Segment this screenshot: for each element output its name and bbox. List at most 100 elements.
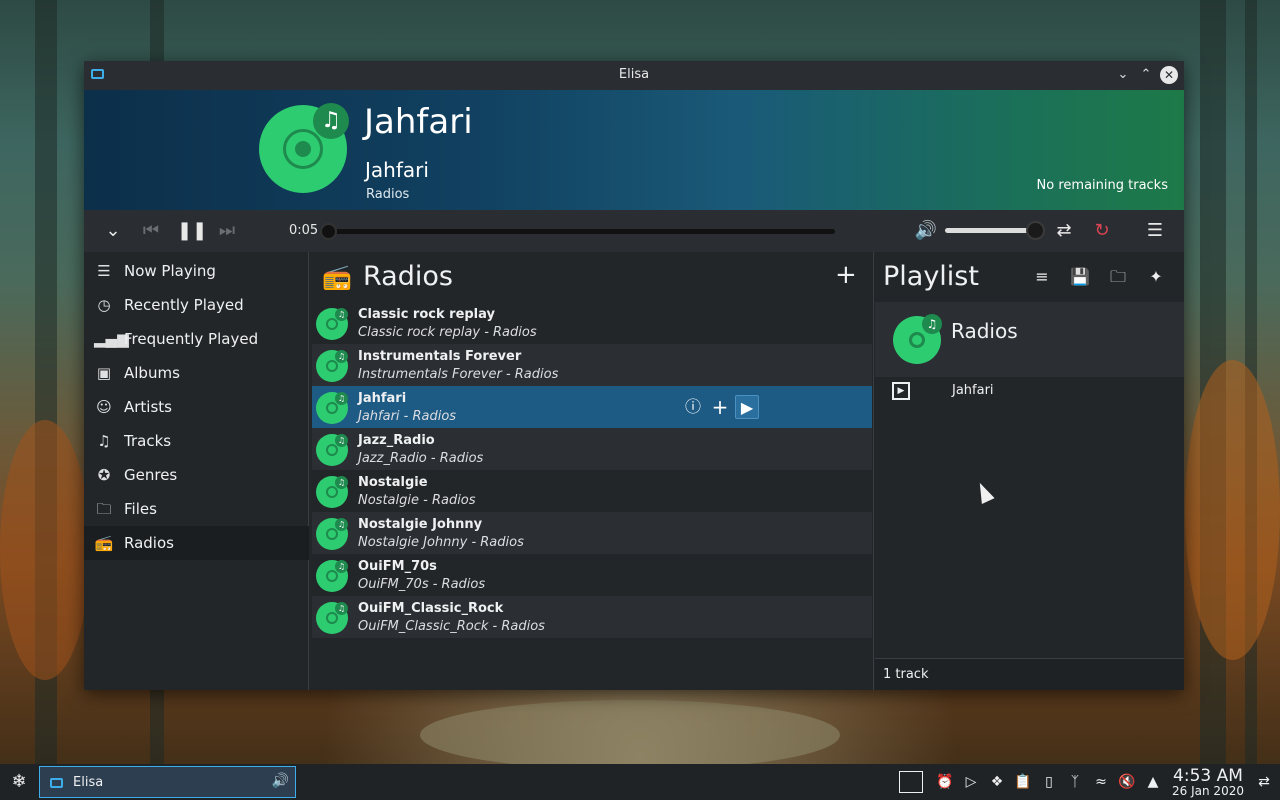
list-item[interactable]: ♫ Classic rock replay Classic rock repla… [312,302,872,344]
track-title: Jahfari [364,102,473,142]
sidebar-item-label: Radios [124,534,174,552]
navigation-sidebar: ☰ Now Playing ◷ Recently Played ▂▄▆ Freq… [84,252,309,690]
disc-hub [326,570,338,582]
volume-muted-icon[interactable]: 🔇 [1117,772,1137,792]
music-note-icon: ♫ [335,518,348,531]
track-album[interactable]: Radios [366,187,409,202]
task-elisa[interactable]: Elisa 🔊 [39,766,296,798]
sidebar-item-artists[interactable]: ☺ Artists [84,390,309,424]
add-radio-button[interactable]: + [835,262,857,288]
sidebar-item-albums[interactable]: ▣ Albums [84,356,309,390]
skip-back-icon[interactable]: ⏮ [139,220,163,242]
folder-icon[interactable]: 🗀 [1107,266,1129,288]
save-icon[interactable]: 💾 [1069,266,1091,288]
show-current-track-icon[interactable]: ≡ [1031,266,1053,288]
wallpaper-foliage [1185,360,1280,660]
sidebar-item-now-playing[interactable]: ☰ Now Playing [84,254,309,288]
seek-handle[interactable] [320,223,337,240]
list-item-selected[interactable]: ♫ Jahfari Jahfari - Radios ⓘ + ▶ [312,386,872,428]
app-icon [50,778,63,788]
menu-icon[interactable]: ☰ [1143,220,1167,242]
disc-hub [326,402,338,414]
sidebar-item-files[interactable]: 🗀 Files [84,492,309,526]
panel-settings-icon[interactable]: ⇄ [1254,772,1274,792]
disc-hub [909,332,925,348]
track-count: 1 track [883,667,929,682]
play-now-button[interactable]: ▶ [735,395,759,419]
sidebar-item-label: Files [124,500,157,518]
list-item[interactable]: ♫ Instrumentals Forever Instrumentals Fo… [312,344,872,386]
usb-device-icon[interactable]: ▯ [1039,772,1059,792]
wifi-icon[interactable]: ≈ [1091,772,1111,792]
clock-time[interactable]: 4:53 AM [1166,766,1250,786]
playlist-group-header: ♫ Radios [875,302,1184,377]
playing-state-icon: ▶ [892,382,910,400]
maximize-button[interactable]: ⌃ [1137,66,1155,84]
radio-title: Classic rock replay [358,307,495,322]
show-desktop-button[interactable] [899,771,923,793]
music-note-icon: ♫ [922,314,942,334]
elisa-window: Elisa ⌄ ⌃ ✕ ♫ Jahfari Jahfari Radios No … [84,61,1184,690]
music-note-icon: ♫ [335,350,348,363]
pause-icon[interactable]: ❚❚ [177,220,207,242]
radio-cover: ♫ [316,560,348,592]
audio-playing-icon[interactable]: 🔊 [272,773,289,789]
album-icon: ▣ [96,364,112,382]
sidebar-item-radios[interactable]: 📻 Radios [84,526,309,560]
playlist-track[interactable]: ▶ Jahfari [875,378,1184,406]
bars-icon: ▂▄▆ [94,330,129,348]
skip-forward-icon[interactable]: ⏭ [215,220,239,242]
close-button[interactable]: ✕ [1160,66,1178,84]
sidebar-item-label: Frequently Played [124,330,259,348]
volume-icon[interactable]: 🔊 [914,220,938,242]
album-cover: ♫ [893,314,942,364]
clear-icon[interactable]: ✦ [1145,266,1167,288]
shuffle-icon[interactable]: ⇄ [1052,220,1076,242]
list-item[interactable]: ♫ OuiFM_Classic_Rock OuiFM_Classic_Rock … [312,596,872,638]
repeat-icon[interactable]: ↻ [1090,220,1114,242]
alarm-icon[interactable]: ⏰ [935,772,955,792]
person-icon: ☺ [96,398,112,416]
info-icon[interactable]: ⓘ [681,395,705,419]
view-title: Radios [363,261,453,292]
clock-date[interactable]: 26 Jan 2020 [1166,784,1250,798]
folder-icon: 🗀 [96,500,112,518]
radio-title: Jahfari [358,391,407,406]
radio-cover: ♫ [316,350,348,382]
bluetooth-icon[interactable]: ᛉ [1065,772,1085,792]
task-label: Elisa [73,775,104,790]
playback-controls: ⌄ ⏮ ❚❚ ⏭ 0:05 🔊 ⇄ ↻ ☰ [84,210,1184,252]
sidebar-item-label: Genres [124,466,178,484]
list-item[interactable]: ♫ Nostalgie Johnny Nostalgie Johnny - Ra… [312,512,872,554]
clipboard-icon[interactable]: 📋 [1013,772,1033,792]
chevron-down-icon[interactable]: ⌄ [101,220,125,242]
minimize-button[interactable]: ⌄ [1114,66,1132,84]
sidebar-item-recently-played[interactable]: ◷ Recently Played [84,288,309,322]
list-item[interactable]: ♫ Jazz_Radio Jazz_Radio - Radios [312,428,872,470]
music-note-icon: ♫ [335,308,348,321]
list-item[interactable]: ♫ OuiFM_70s OuiFM_70s - Radios [312,554,872,596]
sidebar-item-frequently-played[interactable]: ▂▄▆ Frequently Played [84,322,309,356]
enqueue-button[interactable]: + [708,395,732,419]
track-artist[interactable]: Jahfari [365,158,429,182]
sidebar-item-genres[interactable]: ✪ Genres [84,458,309,492]
radio-cover: ♫ [316,476,348,508]
remaining-tracks: No remaining tracks [1036,178,1168,193]
volume-handle[interactable] [1026,221,1045,240]
sidebar-item-tracks[interactable]: ♫ Tracks [84,424,309,458]
music-note-icon: ♫ [335,560,348,573]
tray-expand-icon[interactable]: ▲ [1143,772,1163,792]
media-player-icon[interactable]: ▷ [961,772,981,792]
radio-title: Nostalgie [358,475,428,490]
radio-subtitle: OuiFM_70s - Radios [358,577,486,592]
list-item[interactable]: ♫ Nostalgie Nostalgie - Radios [312,470,872,512]
radio-subtitle: Jazz_Radio - Radios [358,451,484,466]
disc-hub [326,444,338,456]
clock-icon: ◷ [97,296,111,314]
taskbar: ❄ Elisa 🔊 ⏰ ▷ ❖ 📋 ▯ ᛉ ≈ 🔇 ▲ 4:53 AM 26 J… [0,764,1280,800]
album-cover: ♫ [259,103,349,193]
app-launcher-icon[interactable]: ❄ [8,771,30,793]
seek-slider[interactable] [320,223,835,240]
kde-connect-icon[interactable]: ❖ [987,772,1007,792]
playlist-track-name: Jahfari [952,383,994,398]
